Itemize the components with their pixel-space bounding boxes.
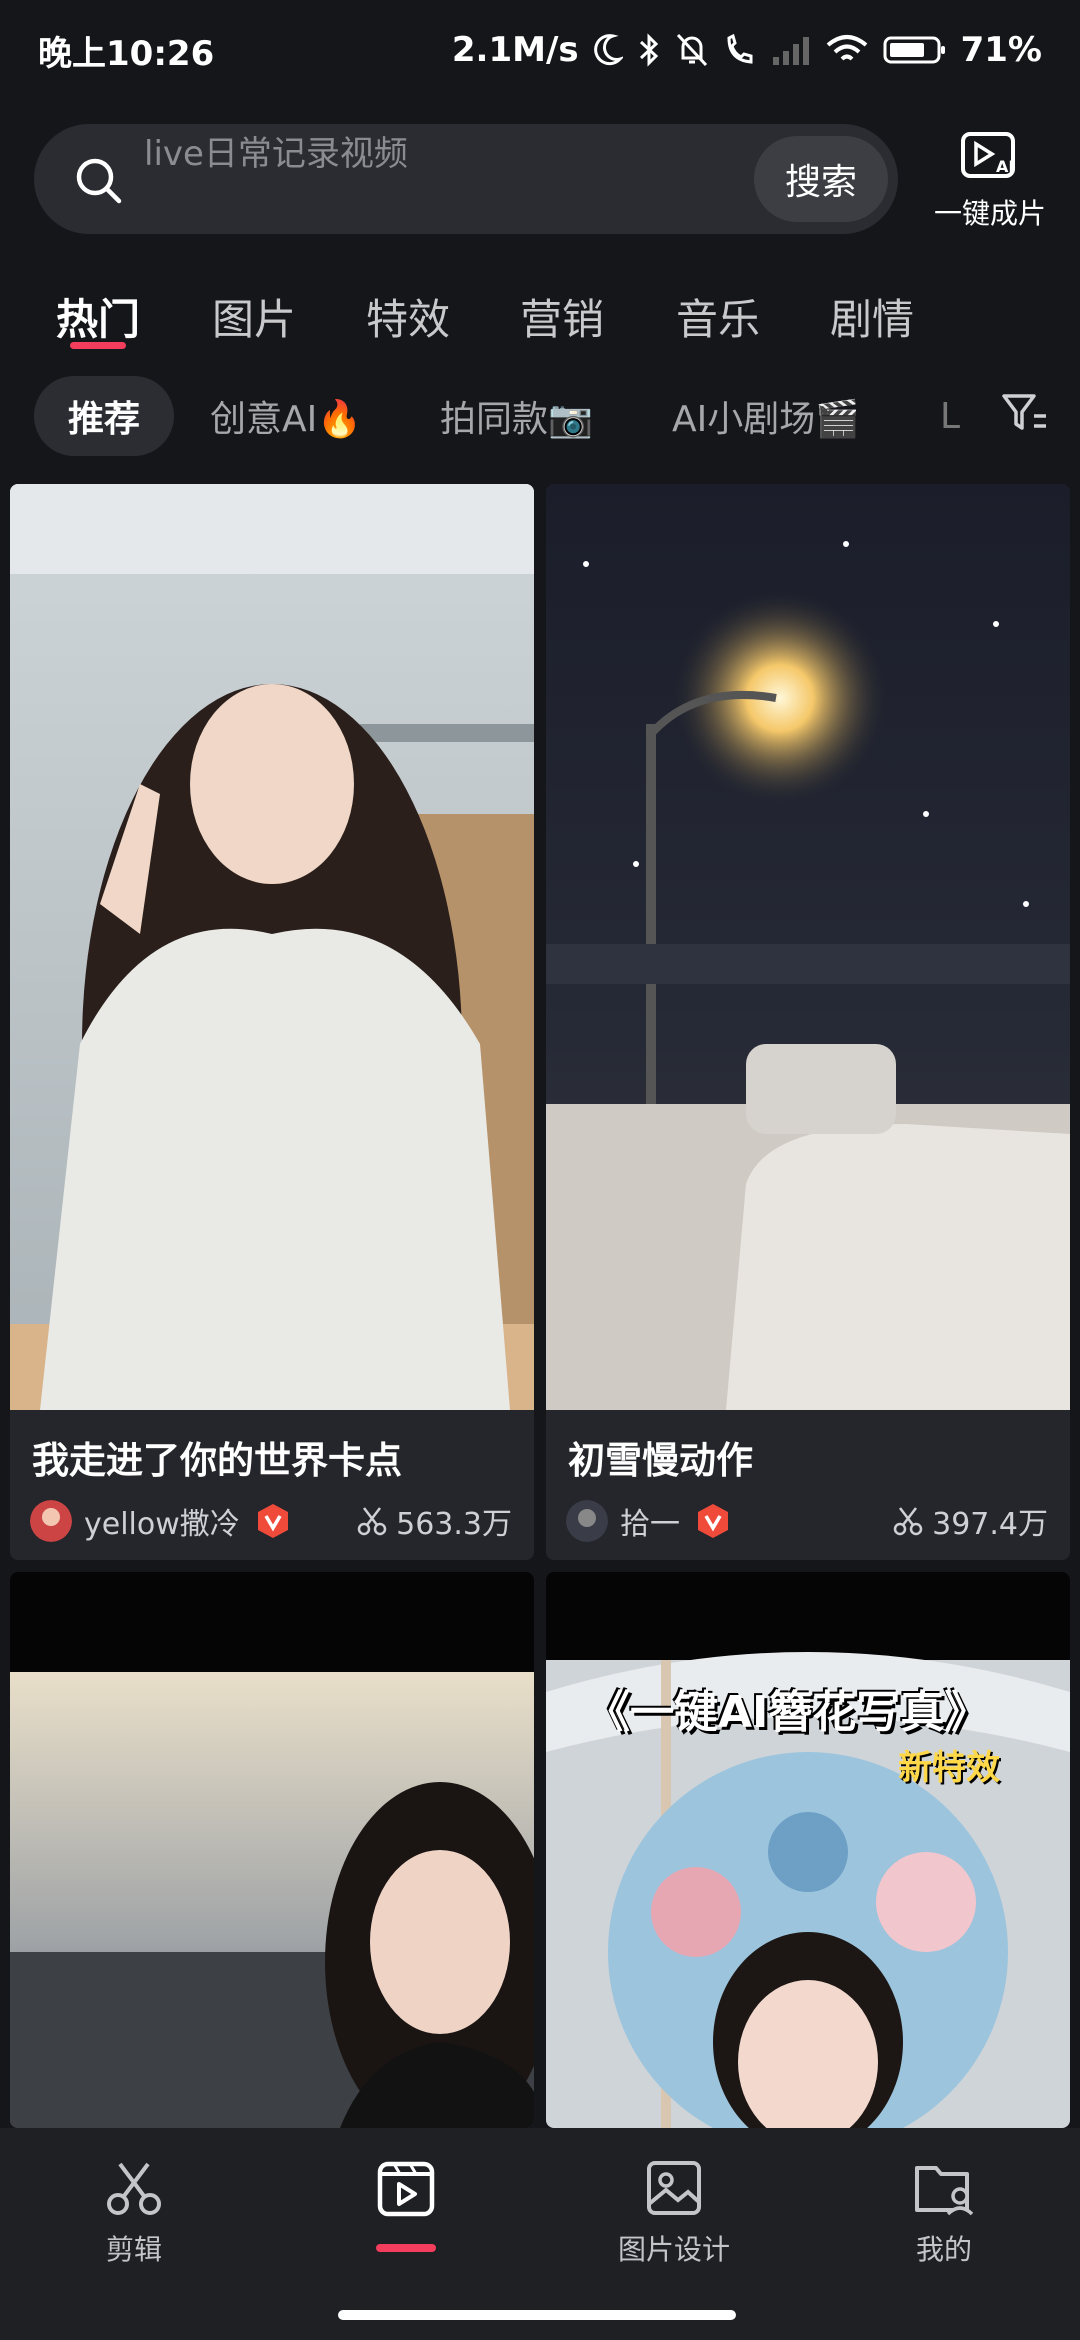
new-effect-badge: 新特效 xyxy=(898,1748,1000,1788)
ai-film-icon: AI xyxy=(961,132,1015,178)
card-thumbnail xyxy=(546,484,1070,1410)
card-meta: yellow撒冷 563.3万 xyxy=(30,1496,512,1546)
nav-edit-label: 剪辑 xyxy=(105,2233,162,2266)
cellular-signal-icon xyxy=(772,37,809,65)
nav-edit[interactable]: 剪辑 xyxy=(34,2158,234,2268)
tab-effects[interactable]: 特效 xyxy=(366,286,450,347)
mute-bell-icon xyxy=(676,33,707,67)
card-title: 我走进了你的世界卡点 xyxy=(32,1439,402,1482)
search-box[interactable]: 搜索 xyxy=(34,124,898,234)
status-icons: 2.1M/s 71% xyxy=(452,30,1042,70)
chip-same-style[interactable]: 拍同款📷 xyxy=(440,376,593,456)
template-icon xyxy=(377,2161,435,2217)
chip-ai-theater[interactable]: AI小剧场🎬 xyxy=(672,376,860,456)
nav-templates[interactable] xyxy=(306,2158,506,2218)
category-chips: 推荐 创意AI🔥 拍同款📷 AI小剧场🎬 L xyxy=(0,376,1080,456)
scissors-icon xyxy=(357,1507,387,1536)
ai-film-button[interactable]: AI 一键成片 xyxy=(920,128,1060,238)
template-card[interactable]: 我走进了你的世界卡点 yellow撒冷 563.3万 xyxy=(10,484,534,1560)
search-icon xyxy=(76,158,122,204)
ai-film-label: 一键成片 xyxy=(933,197,1046,230)
status-time: 晚上10:26 xyxy=(38,33,215,74)
active-tab-indicator xyxy=(70,342,126,349)
avatar xyxy=(566,1500,608,1542)
image-icon xyxy=(647,2161,701,2215)
chip-more[interactable]: L xyxy=(940,376,960,456)
scissors-icon xyxy=(893,1507,923,1536)
nav-image-design-label: 图片设计 xyxy=(617,2233,730,2266)
card-thumbnail xyxy=(546,1572,1070,2128)
card-overlay-title: 《一键AI簪花写真》 xyxy=(586,1687,989,1738)
author-name: 拾一 xyxy=(620,1507,680,1542)
usage-count: 397.4万 xyxy=(892,1499,1048,1543)
search-button[interactable]: 搜索 xyxy=(754,136,888,222)
battery-icon xyxy=(883,36,945,64)
nav-profile-label: 我的 xyxy=(915,2233,972,2266)
chip-creative-ai[interactable]: 创意AI🔥 xyxy=(210,376,362,456)
network-speed: 2.1M/s xyxy=(451,30,579,70)
template-card[interactable] xyxy=(10,1572,534,2128)
card-title: 初雪慢动作 xyxy=(568,1439,753,1482)
svg-text:AI: AI xyxy=(996,157,1014,176)
card-thumbnail xyxy=(10,1572,534,2128)
nav-active-indicator xyxy=(376,2244,436,2252)
usage-value: 397.4万 xyxy=(932,1507,1048,1542)
tab-marketing[interactable]: 营销 xyxy=(520,286,604,347)
card-thumbnail xyxy=(10,484,534,1410)
tab-hot[interactable]: 热门 xyxy=(56,286,140,347)
tab-drama[interactable]: 剧情 xyxy=(830,286,914,347)
bluetooth-icon xyxy=(639,33,658,67)
card-meta: 拾一 397.4万 xyxy=(566,1496,1048,1546)
verified-badge-icon xyxy=(257,1504,288,1538)
template-card[interactable]: 《一键AI簪花写真》 新特效 xyxy=(546,1572,1070,2128)
usage-count: 563.3万 xyxy=(356,1499,512,1543)
search-row: 搜索 AI 一键成片 xyxy=(0,120,1080,240)
moon-icon xyxy=(593,34,623,66)
status-bar: 晚上10:26 2.1M/s 71% xyxy=(0,0,1080,100)
search-input[interactable] xyxy=(144,124,744,184)
home-indicator[interactable] xyxy=(338,2310,736,2320)
template-card[interactable]: 初雪慢动作 拾一 397.4万 xyxy=(546,484,1070,1560)
tab-music[interactable]: 音乐 xyxy=(676,286,760,347)
author-name: yellow撒冷 xyxy=(84,1507,240,1542)
scissors-icon xyxy=(107,2162,161,2215)
avatar xyxy=(30,1500,72,1542)
tab-images[interactable]: 图片 xyxy=(212,286,296,347)
chip-recommended[interactable]: 推荐 xyxy=(34,376,175,456)
usage-value: 563.3万 xyxy=(396,1507,512,1542)
bottom-navigation: 剪辑 图片设计 我的 xyxy=(0,2128,1080,2340)
wifi-icon xyxy=(826,35,867,61)
main-tabs: 热门 图片 特效 营销 音乐 剧情 xyxy=(0,270,1080,360)
nav-image-design[interactable]: 图片设计 xyxy=(574,2158,774,2268)
call-icon xyxy=(727,33,753,64)
battery-level: 71% xyxy=(960,30,1042,70)
nav-profile[interactable]: 我的 xyxy=(844,2158,1044,2268)
verified-badge-icon xyxy=(698,1504,728,1538)
filter-icon[interactable] xyxy=(1000,390,1050,436)
profile-folder-icon xyxy=(915,2166,974,2216)
